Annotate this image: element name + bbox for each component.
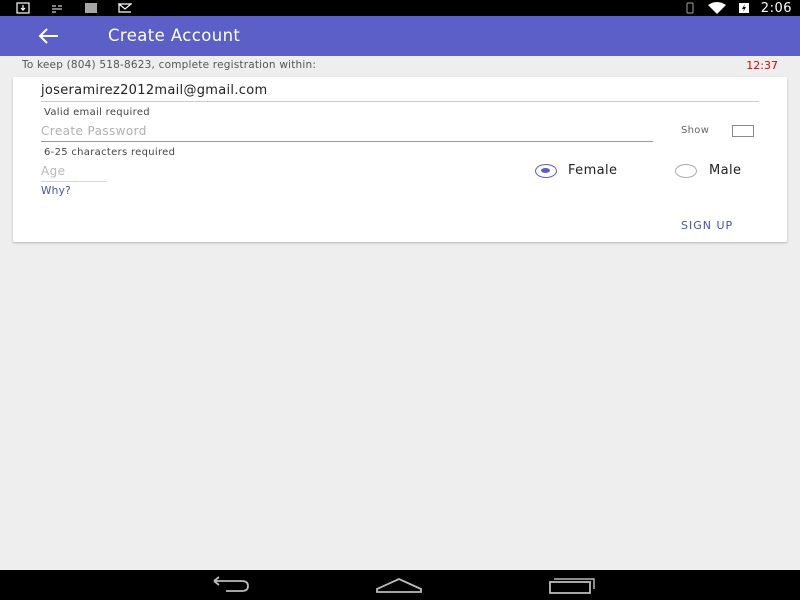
female-radio[interactable]: [535, 164, 557, 178]
home-nav-icon[interactable]: [374, 575, 424, 595]
status-bar: 2:06: [0, 0, 800, 16]
email-underline: [41, 101, 759, 102]
recent-apps-icon[interactable]: [546, 575, 596, 595]
email-field[interactable]: joseramirez2012mail@gmail.com: [41, 83, 267, 98]
page-title: Create Account: [108, 26, 241, 45]
email-hint: Valid email required: [44, 107, 150, 118]
show-password-checkbox[interactable]: [732, 125, 754, 137]
create-account-card: joseramirez2012mail@gmail.com Valid emai…: [13, 77, 787, 242]
sign-up-button[interactable]: SIGN UP: [681, 219, 733, 232]
arrow-back-icon[interactable]: [34, 24, 62, 48]
why-link[interactable]: Why?: [41, 185, 71, 197]
download-icon: [16, 2, 30, 14]
battery-charging-icon: [738, 3, 749, 13]
barcode-icon: [85, 3, 97, 13]
password-underline: [41, 141, 653, 142]
show-password-label: Show: [681, 125, 710, 136]
password-field[interactable]: [41, 122, 653, 140]
registration-timer: 12:37: [746, 59, 778, 72]
radio-selected-dot: [541, 168, 550, 173]
back-nav-icon[interactable]: [204, 575, 254, 595]
mail-icon: [118, 3, 132, 13]
vibrate-icon: [686, 2, 694, 14]
male-label[interactable]: Male: [709, 163, 741, 178]
registration-banner: To keep (804) 518-8623, complete registr…: [0, 56, 800, 74]
clock: 2:06: [760, 0, 792, 16]
app-bar: Create Account: [0, 16, 800, 56]
registration-message: To keep (804) 518-8623, complete registr…: [22, 59, 317, 71]
age-field[interactable]: [41, 162, 107, 180]
male-radio[interactable]: [675, 164, 697, 178]
navigation-bar: [0, 570, 800, 600]
age-underline: [41, 181, 107, 182]
debug-icon: [52, 5, 62, 13]
system-icons: 2:06: [683, 0, 792, 16]
password-hint: 6-25 characters required: [44, 147, 176, 158]
female-label[interactable]: Female: [568, 163, 617, 178]
wifi-icon: [707, 2, 726, 14]
notification-icons: [16, 2, 132, 14]
